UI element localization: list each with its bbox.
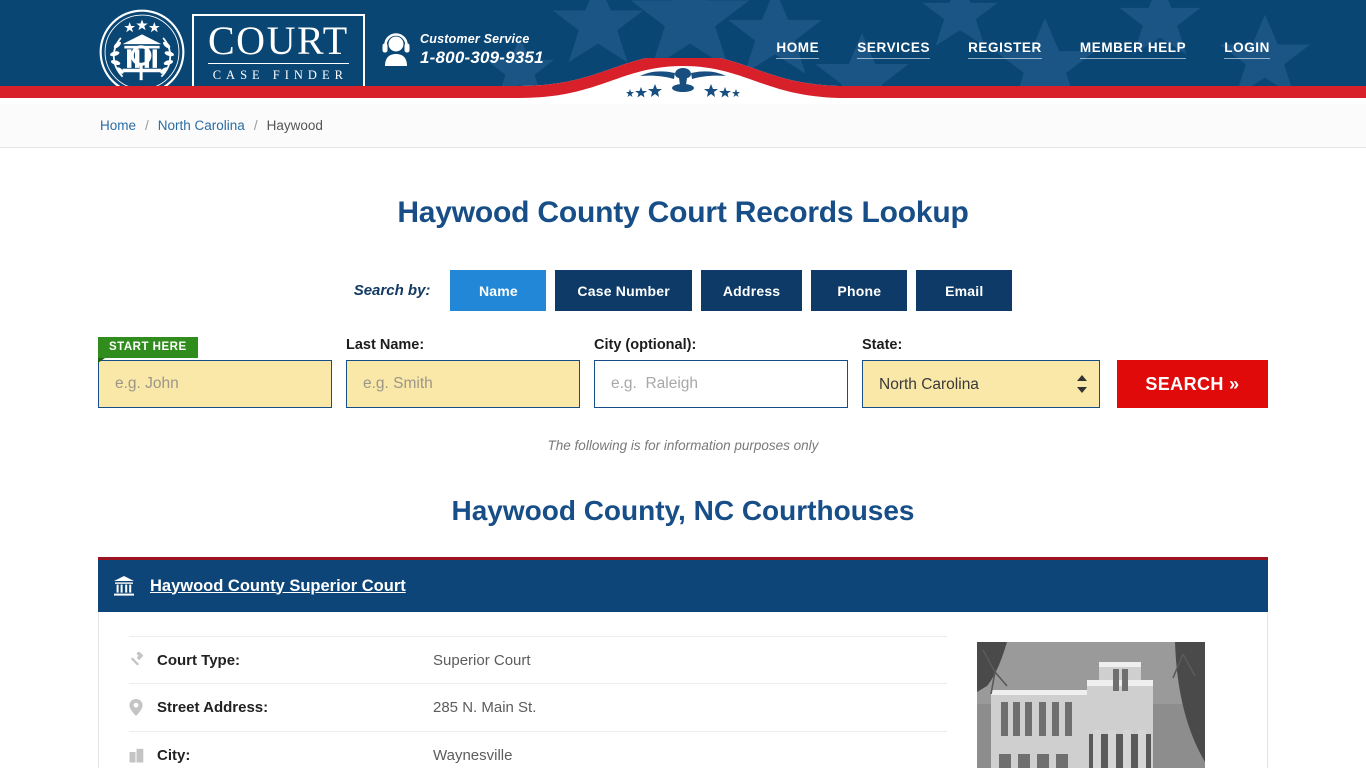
- start-here-badge: START HERE: [98, 337, 198, 363]
- disclaimer-text: The following is for information purpose…: [547, 438, 819, 453]
- breadcrumb-separator: /: [145, 118, 149, 133]
- detail-value: 285 N. Main St.: [433, 699, 537, 716]
- courthouse-icon: [114, 576, 134, 596]
- tab-email[interactable]: Email: [916, 270, 1013, 311]
- gavel-icon: [129, 652, 157, 668]
- tab-phone[interactable]: Phone: [811, 270, 908, 311]
- court-card-header: Haywood County Superior Court: [98, 560, 1268, 612]
- last-name-field-group: Last Name:: [346, 337, 580, 408]
- breadcrumb: Home / North Carolina / Haywood: [0, 104, 1366, 148]
- main-navigation: HOME SERVICES REGISTER MEMBER HELP LOGIN: [776, 40, 1270, 59]
- courthouse-photo: [977, 642, 1205, 768]
- detail-row: Street Address: 285 N. Main St.: [129, 684, 947, 732]
- city-icon: [129, 748, 157, 763]
- page-title: Haywood County Court Records Lookup: [397, 196, 969, 229]
- tab-name[interactable]: Name: [450, 270, 547, 311]
- detail-value: Waynesville: [433, 747, 513, 764]
- breadcrumb-item-home[interactable]: Home: [100, 118, 136, 133]
- court-card-body: Court Type: Superior Court Street Addres…: [98, 612, 1268, 768]
- nav-item-login[interactable]: LOGIN: [1224, 40, 1270, 59]
- nav-item-member-help[interactable]: MEMBER HELP: [1079, 40, 1187, 59]
- detail-value: Superior Court: [433, 651, 531, 669]
- last-name-label: Last Name:: [346, 337, 425, 353]
- detail-label: Street Address:: [157, 699, 269, 716]
- tab-address[interactable]: Address: [700, 270, 803, 311]
- nav-item-home[interactable]: HOME: [776, 40, 820, 59]
- breadcrumb-item-state[interactable]: North Carolina: [158, 118, 245, 133]
- nav-item-register[interactable]: REGISTER: [968, 40, 1042, 59]
- last-name-input[interactable]: [346, 360, 580, 408]
- detail-row: City: Waynesville: [129, 732, 947, 768]
- city-input[interactable]: [594, 360, 848, 408]
- state-select[interactable]: North Carolina: [862, 360, 1100, 408]
- site-header: COURT CASE FINDER Customer Service 1-800…: [0, 0, 1366, 104]
- detail-label: Court Type:: [157, 651, 241, 669]
- tab-case-number[interactable]: Case Number: [555, 270, 692, 311]
- search-by-tabs: Search by: Name Case Number Address Phon…: [0, 270, 1366, 311]
- nav-item-services[interactable]: SERVICES: [857, 40, 931, 59]
- court-name-link[interactable]: Haywood County Superior Court: [150, 577, 406, 596]
- breadcrumb-item-current: Haywood: [266, 118, 323, 133]
- patriotic-wave-banner: [0, 58, 1366, 104]
- customer-service-label: Customer Service: [420, 32, 530, 46]
- court-detail-list: Court Type: Superior Court Street Addres…: [129, 636, 947, 768]
- court-card: Haywood County Superior Court Court Type…: [98, 557, 1268, 768]
- state-field-group: State: North Carolina: [862, 337, 1100, 408]
- map-pin-icon: [129, 699, 157, 716]
- first-name-input[interactable]: [98, 360, 332, 408]
- state-label: State:: [862, 337, 903, 353]
- detail-row: Court Type: Superior Court: [129, 636, 947, 684]
- search-button[interactable]: SEARCH »: [1117, 360, 1268, 408]
- search-by-label: Search by:: [353, 282, 431, 299]
- city-label: City (optional):: [594, 337, 697, 353]
- search-form: START HERE First Name: Last Name: City (…: [98, 337, 1268, 408]
- court-photo-column: [977, 636, 1237, 768]
- city-field-group: City (optional):: [594, 337, 848, 408]
- breadcrumb-separator: /: [253, 118, 258, 133]
- detail-label: City:: [157, 747, 191, 764]
- courthouses-section-title: Haywood County, NC Courthouses: [451, 495, 915, 526]
